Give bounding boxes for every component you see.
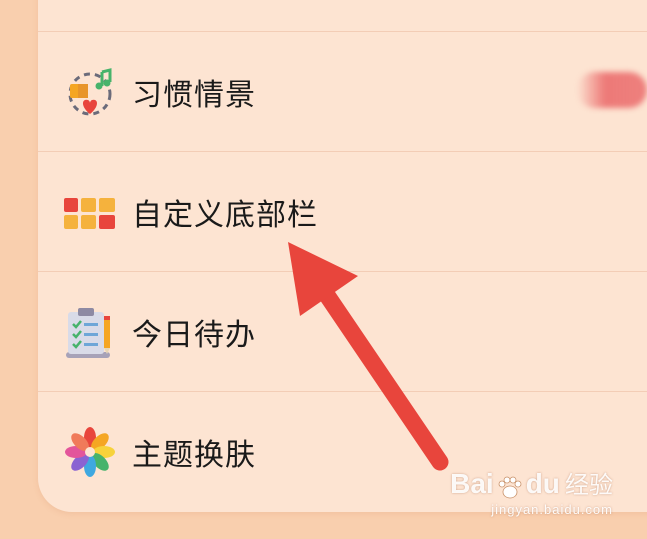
watermark-url: jingyan.baidu.com (491, 502, 613, 517)
baidu-watermark: Bai du 经验 jingyan.baidu.com (450, 465, 613, 518)
red-arrow-annotation (288, 242, 449, 471)
watermark-cn: 经验 (565, 470, 613, 499)
paw-icon (496, 474, 524, 502)
watermark-brand: Bai (450, 467, 494, 499)
watermark-brand-suffix: du (525, 467, 560, 499)
